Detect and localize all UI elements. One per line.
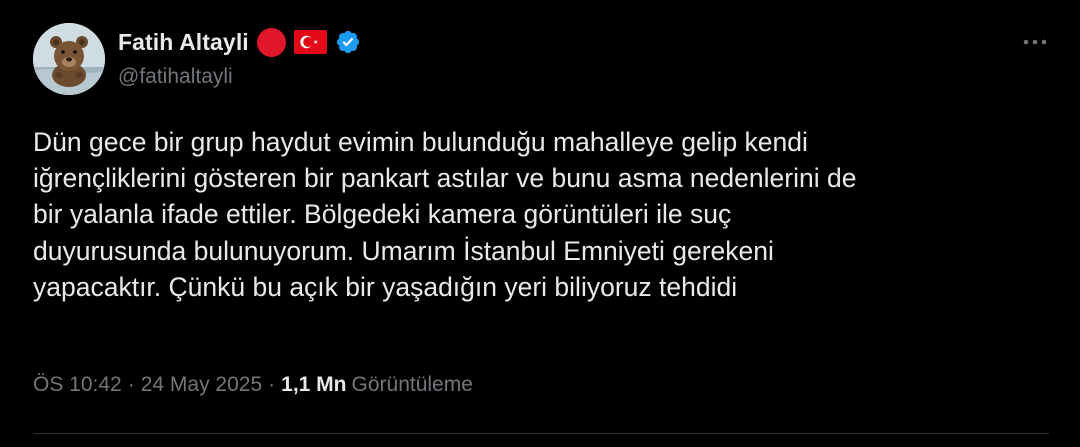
views-label: Görüntüleme xyxy=(351,373,473,396)
tweet-text-line: iğrençliklerini gösteren bir pankart ast… xyxy=(33,163,857,194)
tweet-meta: ÖS 10:42 · 24 May 2025 · 1,1 Mn Görüntül… xyxy=(33,373,473,397)
meta-separator: · xyxy=(268,373,276,396)
tweet-date[interactable]: 24 May 2025 xyxy=(141,373,262,397)
turkey-flag-icon xyxy=(293,30,327,54)
more-options-button[interactable] xyxy=(1018,27,1052,57)
tweet-text-line: duyurusunda bulunuyorum. Umarım İstanbul… xyxy=(33,235,774,266)
bear-avatar-icon xyxy=(33,23,105,95)
views-count[interactable]: 1,1 Mn xyxy=(281,373,346,397)
tweet-text-line: bir yalanla ifade ettiler. Bölgedeki kam… xyxy=(33,199,732,230)
author-handle[interactable]: @fatihaltayli xyxy=(118,65,233,89)
tweet-card: Fatih Altayli @fatihaltayli Dün gece bir… xyxy=(0,0,1080,447)
author-display-name[interactable]: Fatih Altayli xyxy=(118,29,249,56)
author-avatar[interactable] xyxy=(33,23,105,95)
tweet-text-line: yapacaktır. Çünkü bu açık bir yaşadığın … xyxy=(33,271,738,302)
meta-separator: · xyxy=(127,373,135,396)
tweet-text-line: Dün gece bir grup haydut evimin bulunduğ… xyxy=(33,127,808,157)
author-name-row: Fatih Altayli xyxy=(118,26,361,58)
more-dots-icon xyxy=(1023,39,1047,45)
red-circle-icon xyxy=(256,27,286,57)
tweet-time[interactable]: ÖS 10:42 xyxy=(33,373,122,397)
divider xyxy=(33,433,1049,434)
tweet-text: Dün gece bir grup haydut evimin bulunduğ… xyxy=(33,124,1043,305)
verified-badge-icon[interactable] xyxy=(335,29,361,55)
